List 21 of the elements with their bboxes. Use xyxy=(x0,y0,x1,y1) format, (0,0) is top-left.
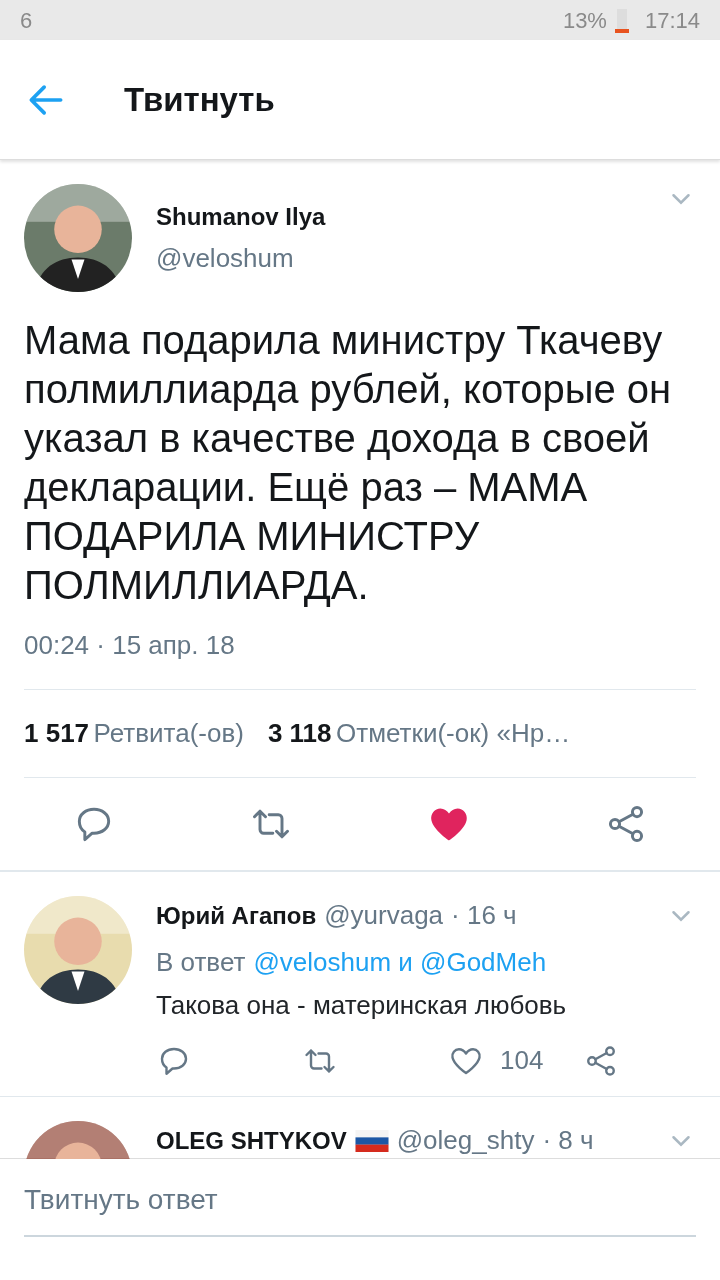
stat-link[interactable]: 1 517 Ретвита(-ов) xyxy=(24,714,244,753)
reply-author-name[interactable]: Юрий Агапов xyxy=(156,897,317,934)
reply-text: Такова она - материнская любовь xyxy=(156,989,568,1022)
reply-input[interactable]: Твитнуть ответ xyxy=(24,1159,696,1237)
status-time: 17:14 xyxy=(644,6,700,35)
tweet-text: Мама подарила министру Ткачеву полмиллиарда рублей, которые он указал в качестве дохода в своей декларации. Ещё раз – МАМА ПОДАРИЛА МИНИСТРУ ПОЛМИЛЛИАРДА. xyxy=(24,317,673,609)
stat-link[interactable]: 3 118 Отметки(-ок) «Нр… xyxy=(267,714,571,753)
reply-author-handle[interactable]: @oleg_shty xyxy=(396,1121,535,1160)
reply-author-handle[interactable]: @yurvaga xyxy=(324,896,444,935)
author-handle[interactable]: @veloshum xyxy=(156,238,666,278)
reply-time: · 16 ч xyxy=(451,899,517,932)
notification-count: 6 xyxy=(20,6,33,35)
reply-context: В ответ xyxy=(156,946,246,979)
author-name[interactable]: Shumanov Ilya xyxy=(156,198,666,235)
reply-author-name[interactable]: OLEG SHTYKOV xyxy=(156,1122,347,1159)
battery-icon xyxy=(614,7,629,33)
like-count: 104 xyxy=(500,1044,544,1077)
tweet-timestamp: 00:24 · 15 апр. 18 xyxy=(24,629,236,662)
page-title: Твитнуть xyxy=(124,79,275,120)
reply-time: · 8 ч xyxy=(542,1124,594,1157)
battery-level: 13% xyxy=(562,6,607,35)
